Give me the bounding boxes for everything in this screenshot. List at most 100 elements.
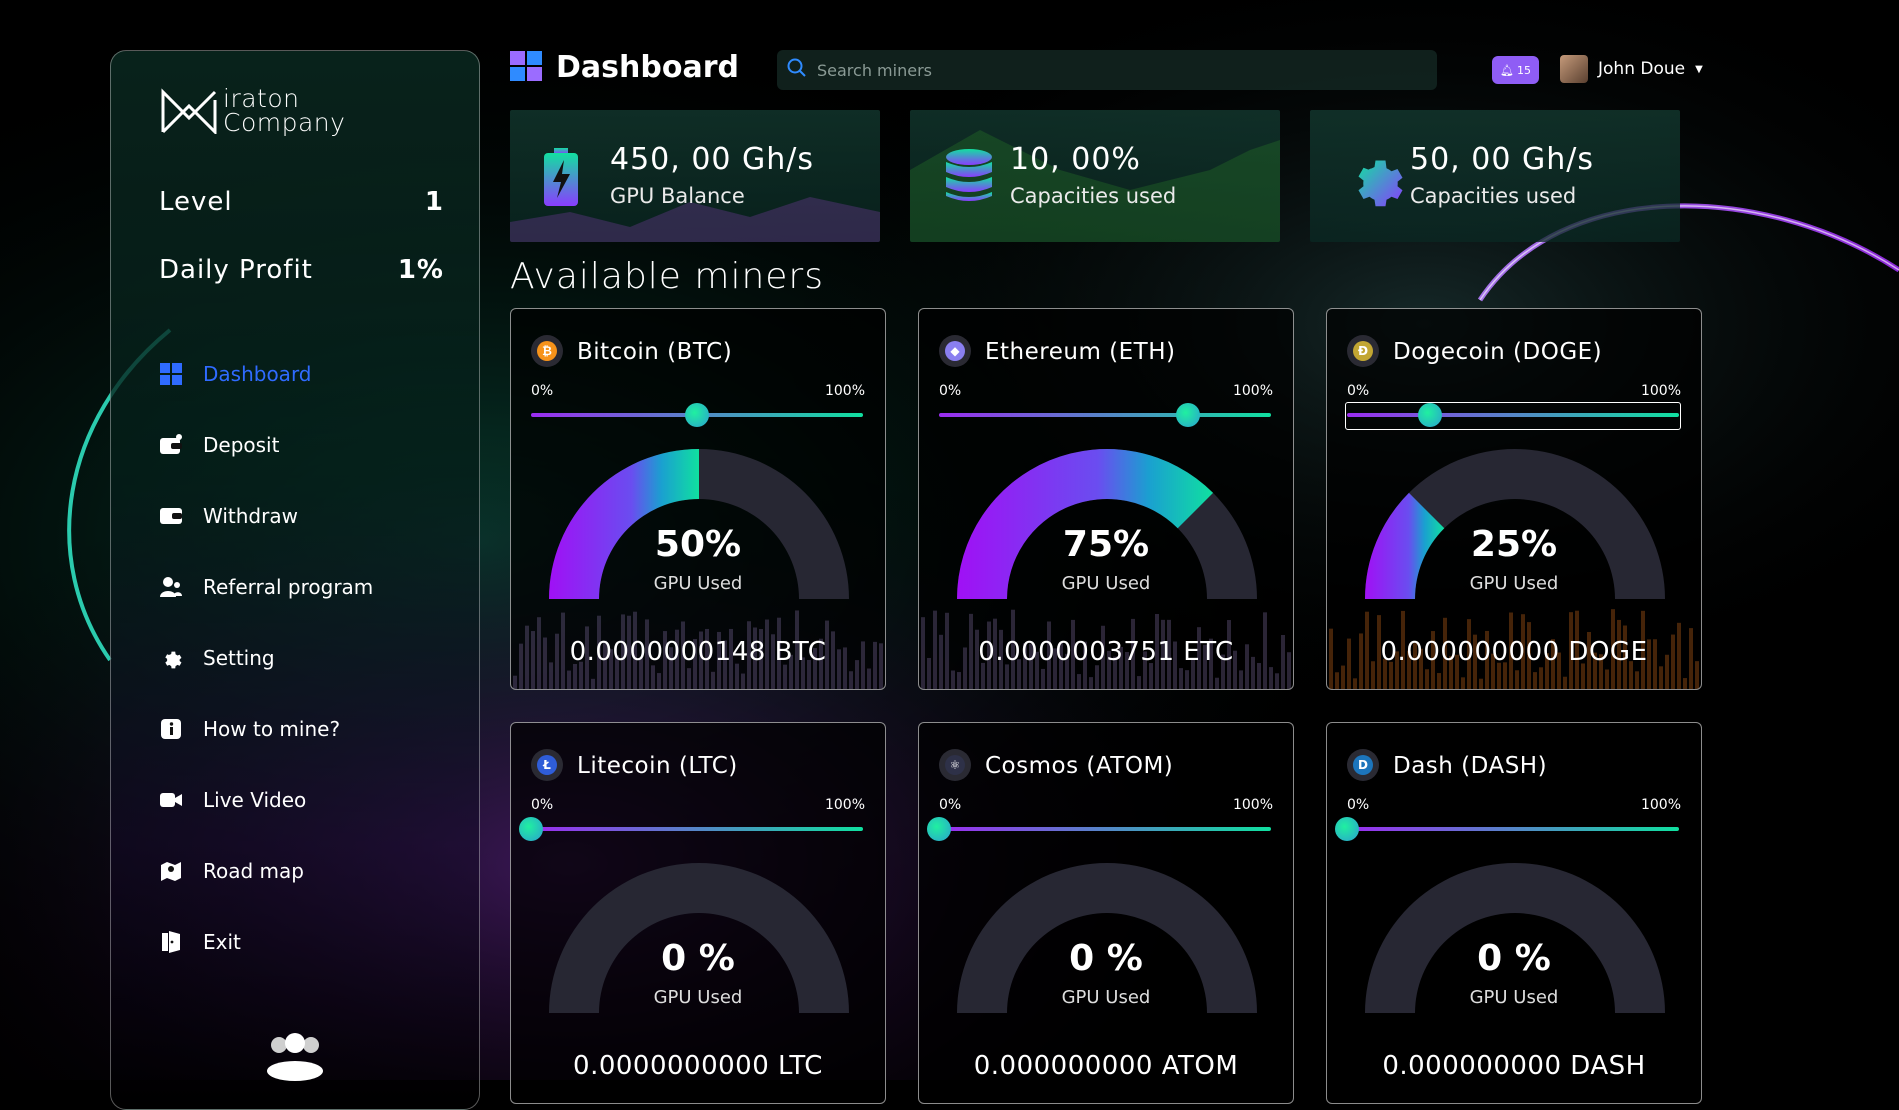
activity-bar [1581, 663, 1585, 689]
coin-icon: Ł [531, 749, 563, 781]
activity-bar [1563, 676, 1567, 689]
sidebar-item-exit[interactable]: Exit [159, 906, 449, 977]
gpu-slider[interactable] [927, 817, 1271, 841]
activity-bar [1269, 667, 1273, 689]
sidebar-item-live-video[interactable]: Live Video [159, 764, 449, 835]
activity-bar [1077, 674, 1081, 689]
sidebar-item-dashboard[interactable]: Dashboard [159, 338, 449, 409]
slider-knob[interactable] [1176, 403, 1200, 427]
withdraw-wallet-icon [159, 504, 183, 528]
activity-bar [1437, 673, 1441, 689]
activity-bar [849, 671, 853, 689]
gpu-slider[interactable] [1347, 403, 1679, 427]
slider-max-label: 100% [824, 383, 865, 399]
gpu-slider[interactable] [519, 817, 863, 841]
stat-value: 450, 00 Gh/s [610, 142, 815, 177]
sidebar-item-referral[interactable]: Referral program [159, 551, 449, 622]
daily-profit-label: Daily Profit [159, 255, 313, 285]
support-users-icon[interactable] [265, 1031, 325, 1085]
gpu-used-label: GPU Used [1469, 987, 1559, 1008]
logo-m-icon [159, 88, 219, 134]
activity-bar [573, 663, 577, 689]
gpu-percent: 0 % [1069, 938, 1143, 979]
gpu-percent: 75% [1062, 524, 1150, 565]
activity-bar [1335, 672, 1339, 689]
daily-profit-value: 1% [397, 255, 444, 285]
sidebar-item-setting[interactable]: Setting [159, 622, 449, 693]
gpu-percent: 50% [654, 524, 742, 565]
activity-bar [687, 668, 691, 689]
notification-count: 15 [1516, 63, 1531, 77]
bell-icon: 🔔︎ [1500, 63, 1514, 77]
slider-max-label: 100% [1640, 383, 1681, 399]
coin-icon: ⚛ [939, 749, 971, 781]
activity-bar [1293, 672, 1294, 689]
brand-line2: Company [223, 108, 346, 137]
slider-knob[interactable] [1418, 403, 1442, 427]
miner-name: Litecoin (LTC) [577, 753, 738, 779]
slider-knob[interactable] [927, 817, 951, 841]
brand-logo[interactable]: iraton Company [159, 86, 346, 137]
activity-bar [783, 664, 787, 689]
activity-bar [1215, 677, 1219, 689]
miner-card-dash[interactable]: D Dash (DASH) 0% 100% 0 % GPU Used 0.000… [1326, 722, 1702, 1104]
activity-bar [1479, 678, 1483, 689]
activity-bar [885, 664, 886, 689]
activity-bar [567, 670, 571, 689]
miner-card-btc[interactable]: ₿ Bitcoin (BTC) 0% 100% 50% GPU Used 0.0… [510, 308, 886, 690]
mined-amount: 0.000000000 DASH [1382, 1051, 1646, 1081]
avatar [1560, 55, 1588, 83]
activity-bar [1659, 666, 1663, 689]
activity-bar [1683, 678, 1687, 689]
activity-bar [735, 663, 739, 689]
slider-knob[interactable] [1335, 817, 1359, 841]
daily-profit-stat: Daily Profit 1% [159, 255, 444, 285]
slider-max-label: 100% [1640, 797, 1681, 813]
activity-bar [1605, 669, 1609, 689]
notification-badge[interactable]: 🔔︎ 15 [1492, 56, 1539, 84]
exit-door-icon [159, 930, 183, 954]
miner-card-ltc[interactable]: Ł Litecoin (LTC) 0% 100% 0 % GPU Used 0.… [510, 722, 886, 1104]
slider-min-label: 0% [1347, 383, 1370, 399]
miner-name: Cosmos (ATOM) [985, 753, 1174, 779]
sidebar-item-label: Referral program [203, 574, 374, 599]
slider-knob[interactable] [519, 817, 543, 841]
sidebar-nav: Dashboard Deposit Withdraw Referral prog… [159, 338, 449, 977]
activity-bar [1005, 664, 1009, 689]
activity-bar [1701, 610, 1702, 689]
slider-min-label: 0% [1347, 797, 1370, 813]
gpu-slider[interactable] [939, 403, 1271, 427]
slider-knob[interactable] [685, 403, 709, 427]
miner-card-eth[interactable]: ◆ Ethereum (ETH) 0% 100% 75% GPU Used 0.… [918, 308, 1294, 690]
gpu-percent: 25% [1470, 524, 1558, 565]
sidebar: iraton Company Level 1 Daily Profit 1% D… [110, 50, 480, 1110]
gpu-slider[interactable] [531, 403, 863, 427]
gpu-percent: 0 % [661, 938, 735, 979]
activity-bar [711, 671, 715, 689]
search-input[interactable] [815, 59, 1419, 81]
activity-bar [1539, 667, 1543, 689]
search-bar[interactable] [777, 50, 1437, 90]
gpu-slider[interactable] [1335, 817, 1679, 841]
stat-value: 50, 00 Gh/s [1410, 142, 1594, 177]
mined-amount: 0.0000000148 BTC [569, 637, 827, 667]
activity-bar [1137, 676, 1141, 689]
activity-bar [1341, 665, 1345, 689]
chevron-down-icon: ▼ [1695, 63, 1703, 75]
user-menu[interactable]: John Doue ▼ [1560, 55, 1703, 83]
activity-bar [1179, 668, 1183, 689]
sidebar-item-deposit[interactable]: Deposit [159, 409, 449, 480]
miner-name: Dogecoin (DOGE) [1393, 339, 1603, 365]
page-title-text: Dashboard [556, 50, 739, 85]
sidebar-item-road-map[interactable]: Road map [159, 835, 449, 906]
miner-card-doge[interactable]: Ð Dogecoin (DOGE) 0% 100% 25% GPU Used 0… [1326, 308, 1702, 690]
sidebar-item-how-to-mine[interactable]: How to mine? [159, 693, 449, 764]
stat-card-capacities: 10, 00% Capacities used [910, 110, 1280, 242]
miner-card-atom[interactable]: ⚛ Cosmos (ATOM) 0% 100% 0 % GPU Used 0.0… [918, 722, 1294, 1104]
sidebar-item-withdraw[interactable]: Withdraw [159, 480, 449, 551]
activity-bar [741, 673, 745, 689]
search-icon [787, 58, 807, 82]
activity-bar [1425, 669, 1429, 689]
deposit-wallet-icon [159, 433, 183, 457]
video-camera-icon [159, 788, 183, 812]
